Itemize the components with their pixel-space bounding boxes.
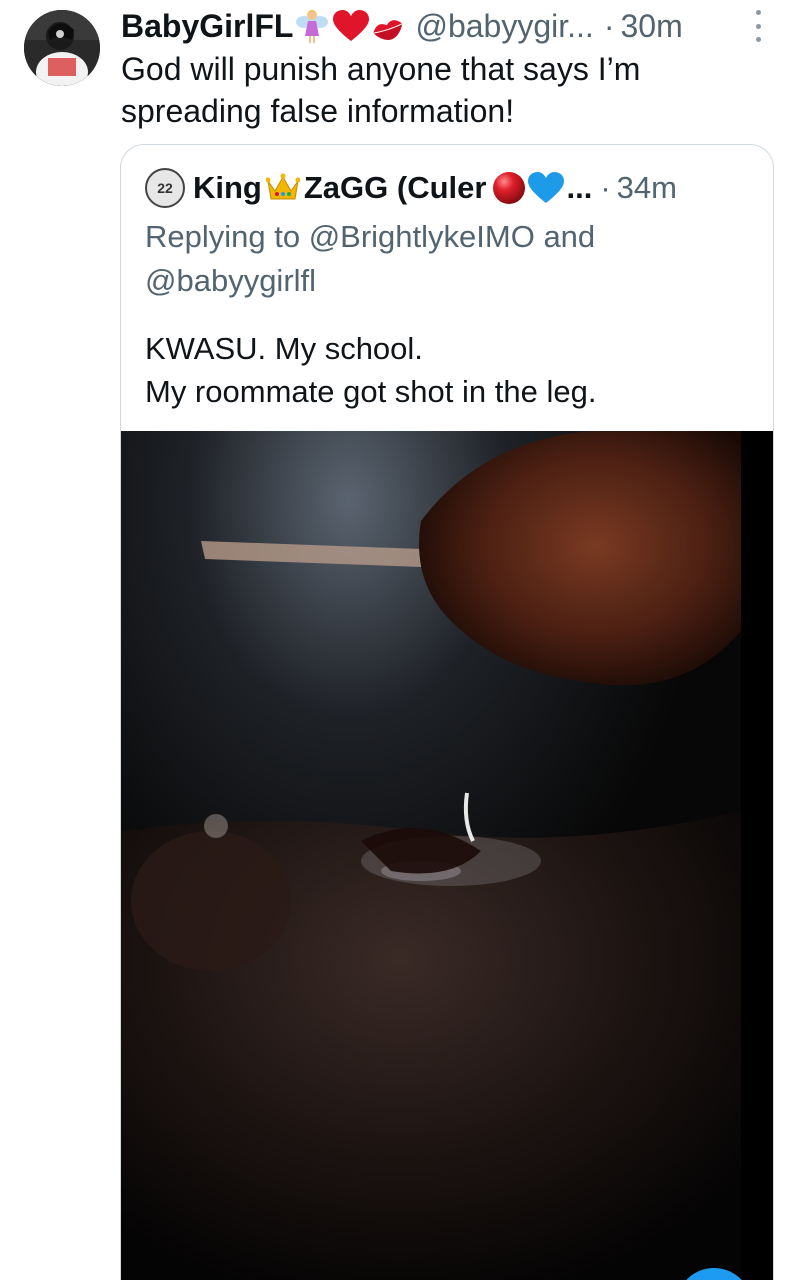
quoted-tweet-text: KWASU. My school. My roommate got shot i…: [145, 327, 745, 413]
tweet-text: God will punish anyone that says I’m spr…: [121, 51, 641, 129]
red-heart-emoji: [333, 10, 370, 42]
quoted-tweet-photo[interactable]: [121, 431, 773, 1280]
quoted-avatar-label: 22: [157, 180, 173, 196]
author-handle[interactable]: @babyygir...: [415, 8, 593, 45]
tweet-header: BabyGirlFL @babyygir... · 30m: [121, 4, 766, 48]
tweet-timestamp[interactable]: 30m: [620, 8, 682, 45]
quoted-author-avatar[interactable]: 22: [145, 168, 185, 208]
separator-dot: ·: [603, 7, 615, 44]
name-truncation-ellipsis: ...: [566, 170, 593, 205]
kiss-mark-emoji: [371, 13, 405, 41]
crown-emoji: [265, 173, 301, 203]
quoted-separator-dot: ·: [600, 170, 611, 205]
quoted-text-line2: My roommate got shot in the leg.: [145, 374, 597, 409]
fairy-emoji: [295, 8, 329, 44]
tweet[interactable]: BabyGirlFL @babyygir... · 30m God will p…: [0, 0, 796, 1280]
more-options-icon[interactable]: [750, 10, 766, 42]
blue-heart-emoji: [528, 172, 565, 204]
replying-to: Replying to @BrightlykeIMO and @babyygir…: [145, 215, 745, 303]
quoted-author-name-part2[interactable]: ZaGG (Culer: [304, 170, 487, 206]
red-ball-emoji: [492, 171, 526, 205]
quoted-tweet-header: 22 King ZaGG (Culer ... · 34m: [145, 167, 753, 209]
quoted-author-name-part1[interactable]: King: [193, 170, 262, 206]
replying-to-line1[interactable]: Replying to @BrightlykeIMO and: [145, 215, 745, 259]
author-avatar[interactable]: [24, 10, 100, 86]
quoted-tweet-timestamp[interactable]: 34m: [617, 170, 677, 206]
replying-to-line2[interactable]: @babyygirlfl: [145, 259, 745, 303]
quoted-text-line1: KWASU. My school.: [145, 331, 423, 366]
quoted-tweet-card[interactable]: 22 King ZaGG (Culer ... · 34m Replying t…: [120, 144, 774, 1280]
author-display-name[interactable]: BabyGirlFL: [121, 8, 293, 45]
